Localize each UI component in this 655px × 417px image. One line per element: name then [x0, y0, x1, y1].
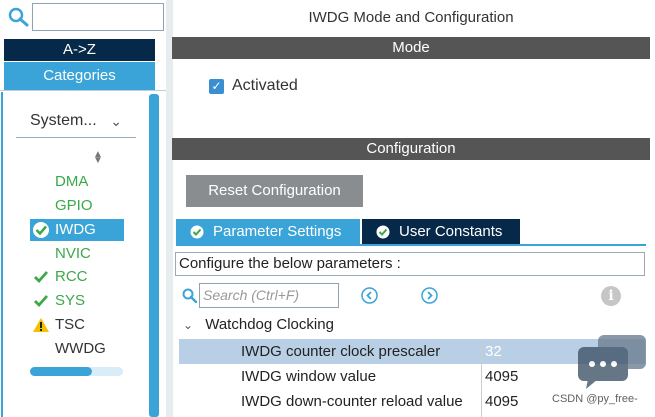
param-name: IWDG down-counter reload value [241, 393, 463, 410]
tab-label: User Constants [399, 223, 503, 240]
tree-item-rcc[interactable]: RCC [30, 266, 124, 288]
tree-item-sys[interactable]: SYS [30, 290, 124, 312]
search-icon[interactable] [8, 7, 30, 27]
check-badge-icon [190, 225, 204, 239]
chat-bubble-icon [578, 335, 646, 389]
tree-item-iwdg[interactable]: IWDG [30, 219, 124, 241]
sort-indicator-icon[interactable]: ▲ ▼ [93, 150, 103, 166]
tree-item-gpio[interactable]: GPIO [30, 195, 124, 217]
tree-item-nvic[interactable]: NVIC [30, 243, 124, 265]
group-watchdog-clocking[interactable]: ⌄ Watchdog Clocking [183, 316, 334, 333]
tab-parameter-settings[interactable]: Parameter Settings [176, 219, 360, 245]
tab-user-constants[interactable]: User Constants [362, 219, 520, 245]
tree-vertical-scrollbar[interactable] [149, 94, 159, 417]
tree-item-label: WWDG [55, 340, 106, 357]
param-value[interactable]: 32 [485, 339, 502, 364]
check-circle-icon [33, 222, 49, 238]
page-title: IWDG Mode and Configuration [308, 9, 514, 26]
group-label: Watchdog Clocking [205, 316, 334, 333]
tree-item-wwdg[interactable]: WWDG [30, 338, 124, 360]
system-core-dropdown[interactable]: System... ⌄ [16, 104, 136, 138]
chevron-down-icon: ⌄ [110, 113, 122, 129]
previous-match-icon[interactable] [361, 287, 378, 304]
tree-item-label: GPIO [55, 197, 93, 214]
check-icon [34, 295, 49, 308]
tree-item-label: IWDG [55, 221, 96, 238]
configuration-section-header: Configuration [172, 138, 650, 160]
tree-item-label: RCC [55, 268, 88, 285]
categories-button[interactable]: Categories [4, 62, 155, 90]
info-icon[interactable]: i [601, 286, 621, 306]
tree-item-label: DMA [55, 173, 89, 190]
chevron-down-icon: ⌄ [183, 318, 194, 332]
tree-item-dma[interactable]: DMA [30, 171, 124, 193]
watermark: CSDN @py_free- [552, 393, 638, 405]
param-value[interactable]: 4095 [485, 389, 518, 414]
param-name: IWDG window value [241, 368, 377, 385]
reset-configuration-button[interactable]: Reset Configuration [186, 175, 363, 207]
sort-az-button[interactable]: A->Z [4, 39, 155, 61]
tab-label: Parameter Settings [213, 223, 342, 240]
parameters-hint: Configure the below parameters : [175, 252, 645, 276]
check-badge-icon [376, 225, 390, 239]
warning-icon [33, 318, 49, 332]
scrollbar-thumb[interactable] [30, 367, 92, 376]
activated-label: Activated [232, 77, 298, 94]
column-separator [481, 339, 482, 417]
param-value[interactable]: 4095 [485, 364, 518, 389]
tree-item-label: TSC [55, 316, 85, 333]
component-search-input[interactable] [32, 3, 164, 31]
left-panel: A->Z Categories System... ⌄ ▲ ▼ DMA GPIO … [0, 0, 166, 417]
parameter-search-input[interactable]: Search (Ctrl+F) [199, 283, 339, 308]
panel-divider[interactable] [166, 0, 173, 417]
mode-section-header: Mode [172, 37, 650, 59]
tree-item-tsc[interactable]: TSC [30, 314, 124, 336]
tree-item-label: NVIC [55, 245, 91, 262]
tree-horizontal-scrollbar[interactable] [30, 367, 123, 376]
next-match-icon[interactable] [421, 287, 438, 304]
activated-row: Activated [209, 77, 298, 95]
tab-underline [176, 244, 646, 246]
check-icon [34, 271, 49, 284]
system-core-label: System... [30, 112, 97, 129]
param-name: IWDG counter clock prescaler [241, 343, 441, 360]
search-icon[interactable] [182, 288, 197, 303]
tree-border [1, 92, 3, 417]
tree-item-label: SYS [55, 292, 86, 309]
